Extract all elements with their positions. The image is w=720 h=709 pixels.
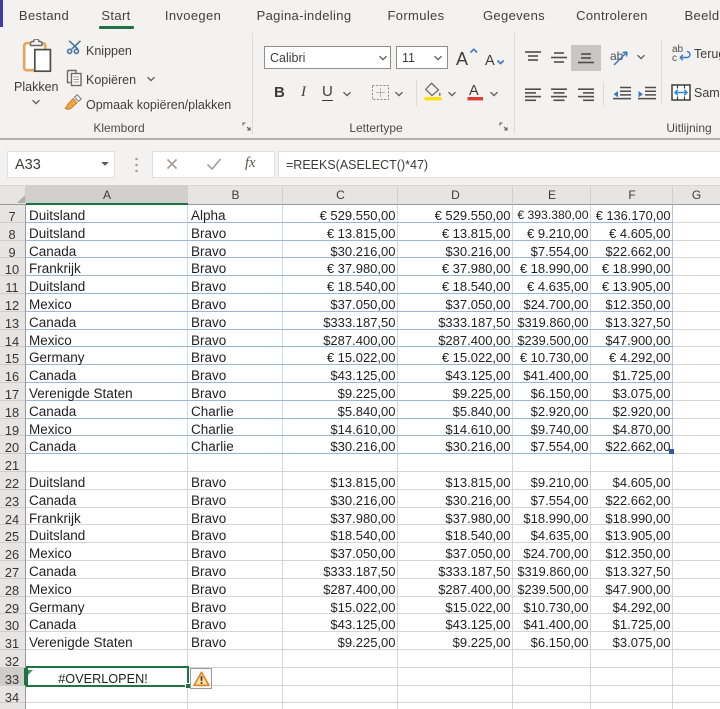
svg-text:ab: ab xyxy=(610,49,624,63)
svg-text:c: c xyxy=(672,53,677,62)
svg-text:A: A xyxy=(456,49,468,68)
svg-text:A: A xyxy=(485,53,495,68)
svg-text:A: A xyxy=(469,83,479,99)
